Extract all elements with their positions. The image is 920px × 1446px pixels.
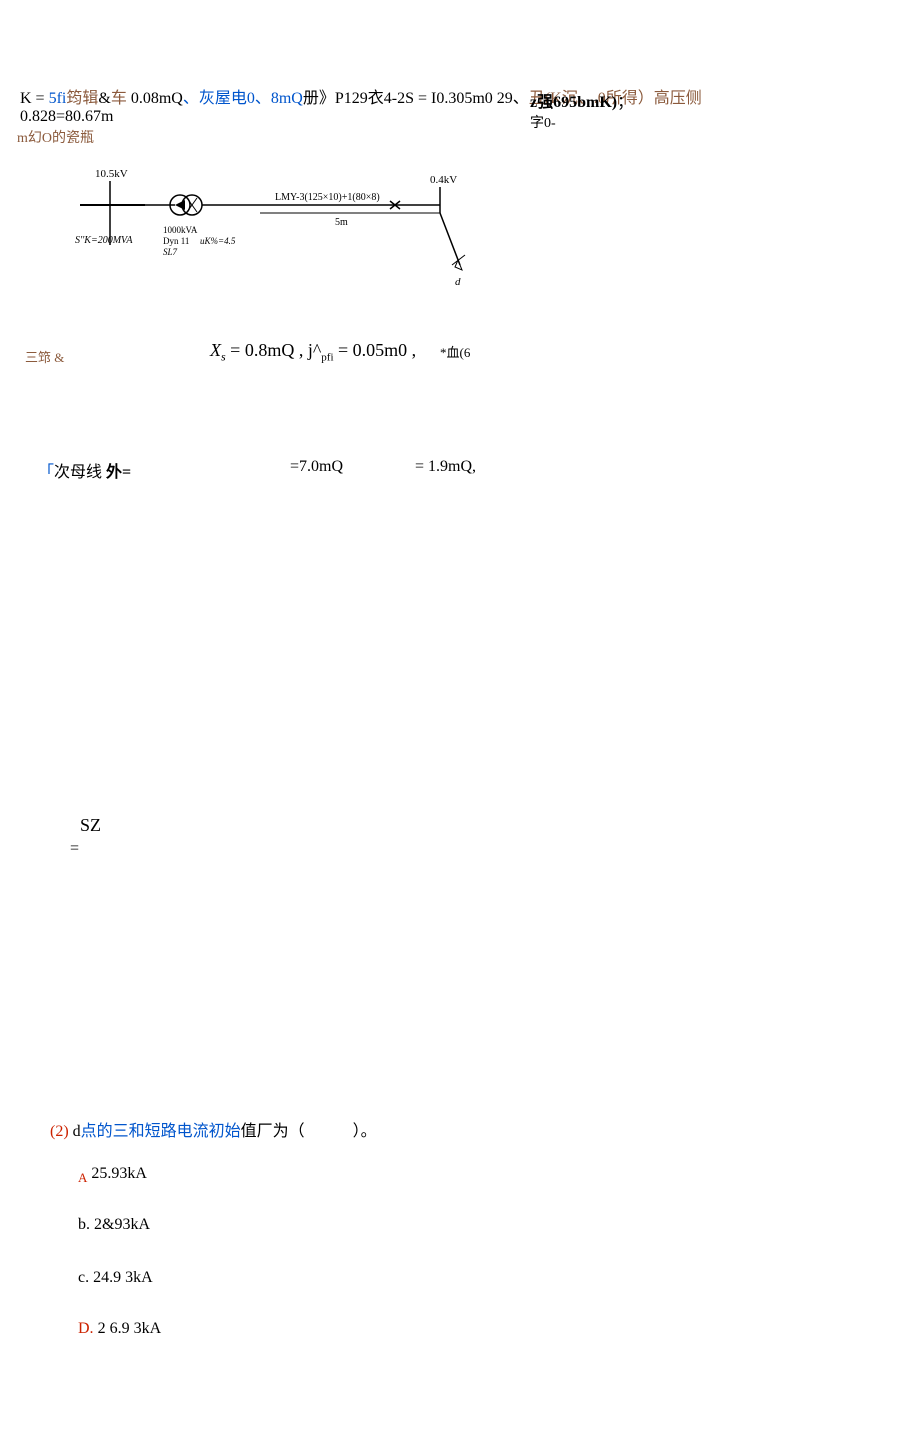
transformer-kva-label: 1000kVA [163,225,198,235]
cable-label: LMY-3(125×10)+1(80×8) [275,192,380,203]
header-p3: 筠辑 [66,90,98,107]
header-p9: = I0.305m0 29、 [414,90,529,107]
uk-label: uK%=4.5 [200,236,236,246]
q2-num: (2) [50,1123,69,1140]
voltage-left-label: 10.5kV [95,168,128,180]
transformer-type-label: Dyn 11 [163,236,189,246]
option-a-value: 25.93kA [87,1165,147,1182]
sz-text: SZ [80,815,101,836]
xs-eq: = 0.8mQ , j^ [226,340,322,360]
question-2: (2) d点的三和短路电流初始值厂为（ ）。 [50,1117,377,1141]
pfi-eq: = 0.05m0 , [334,340,417,360]
header-line3-b: 幻O的瓷瓶 [28,131,94,146]
header-line2-text: 0.828=80.67m [20,108,113,125]
option-c-label: c. [78,1269,89,1286]
sl-label: SL7 [163,247,178,257]
line2-text: 次母线 [54,464,106,481]
header-right1: z强695bmK)； [530,88,633,112]
line1-mid: Xs = 0.8mQ , j^pfi = 0.05m0 , [210,340,416,365]
option-d-value: 2 6.9 3kA [94,1320,162,1337]
header-right2: 字0- [530,112,556,132]
xs-var: X [210,340,221,360]
header-p4: & [98,90,110,107]
line2-right: = 1.9mQ, [415,458,476,476]
option-d: D. 2 6.9 3kA [78,1320,161,1338]
header-p5: 车 [111,90,127,107]
option-d-label: D. [78,1320,94,1337]
sk-label: S''K=200MVA [75,235,133,246]
q2-val: 值厂为（ ）。 [241,1123,377,1140]
header-line3: m幻O的瓷瓶 [17,127,94,147]
option-b-value: 2&93kA [90,1216,150,1233]
line2-left: 「次母线 外= [38,458,131,482]
option-a-label: A [78,1170,87,1185]
line2-bracket: 「 [38,464,54,481]
line2-mid: =7.0mQ [290,458,343,476]
header-p7: 、灰屋电0、8mQ [183,90,303,107]
option-a: A 25.93kA [78,1165,147,1186]
line1-left: 三筇 & [25,347,64,366]
q2-mid: 点的三和短路电流初始 [81,1123,241,1140]
option-b-label: b. [78,1216,90,1233]
header-line2: 0.828=80.67m [20,108,113,126]
header-line3-m: m [17,131,28,146]
header-p2: 5fi [45,90,67,107]
q2-d: d [69,1123,81,1140]
header-right1-a: z强695bmK) [530,94,617,111]
header-p6: 0.08mQ [127,90,183,107]
line2-wai: 外= [106,464,131,481]
pfi-sub: pfi [321,352,333,364]
header-right1-b: ； [617,94,633,111]
length-label: 5m [335,217,348,228]
option-b: b. 2&93kA [78,1216,150,1234]
circuit-diagram: 10.5kV 0.4kV LMY-3(125×10)+1(80×8) 5m d … [60,165,510,305]
header-p8: 册》P129衣4-2S [303,90,414,107]
option-c-value: 24.9 3kA [89,1269,153,1286]
option-c: c. 24.9 3kA [78,1269,153,1287]
voltage-right-label: 0.4kV [430,174,457,186]
point-d-label: d [455,276,461,288]
sz-eq: = [70,840,79,858]
header-k: K = [20,90,45,107]
line1-right: *血(6 [440,342,470,361]
